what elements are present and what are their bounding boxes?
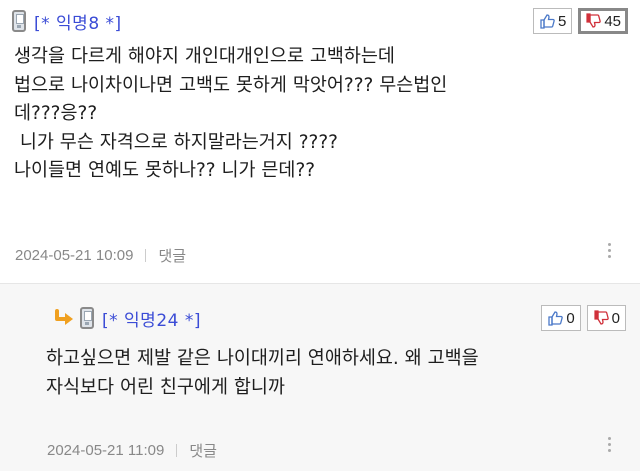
downvote-button[interactable]: 0 — [586, 305, 626, 331]
comment-timestamp: 2024-05-21 10:09 — [15, 247, 134, 264]
comment-line: 자식보다 어린 친구에게 합니까 — [46, 376, 285, 398]
comment-header: [* 익명24 *] — [52, 306, 201, 331]
upvote-button[interactable]: 0 — [541, 305, 581, 331]
thumbs-down-icon — [586, 13, 602, 28]
comment-header: [* 익명8 *] — [12, 9, 122, 34]
meta-divider — [145, 249, 147, 262]
comment-timestamp: 2024-05-21 11:09 — [47, 442, 165, 459]
comment-line: 생각을 다르게 해야지 개인대개인으로 고백하는데 — [14, 46, 395, 67]
downvote-count: 0 — [611, 309, 620, 327]
thumbs-up-icon — [540, 14, 555, 29]
upvote-count: 0 — [566, 309, 575, 327]
upvote-count: 5 — [557, 12, 567, 30]
meta-divider — [176, 444, 178, 457]
downvote-button[interactable]: 45 — [578, 8, 628, 34]
comment-line: 나이들면 연예도 못하나?? 니가 믄데?? — [14, 160, 316, 181]
comment-author[interactable]: [* 익명24 *] — [102, 306, 201, 331]
thumbs-up-icon — [548, 311, 564, 326]
vote-group: 0 0 — [541, 305, 626, 331]
comment-meta: 2024-05-21 11:09 댓글 — [47, 440, 217, 461]
reply-comment: [* 익명24 *] 0 0 하고싶으면 제발 같은 나이대끼리 연애하세요. … — [0, 284, 640, 471]
comment-line: 법으로 나이차이나면 고백도 못하게 막앗어??? 무슨법인 — [14, 74, 448, 96]
thumbs-down-icon — [594, 310, 609, 325]
comment-meta: 2024-05-21 10:09 댓글 — [15, 245, 186, 266]
comment-body: 하고싶으면 제발 같은 나이대끼리 연애하세요. 왜 고백을 자식보다 어린 친… — [46, 345, 626, 402]
comment-line: 니가 무슨 자격으로 하지말라는거지 ???? — [14, 131, 338, 153]
vote-group: 5 45 — [532, 8, 628, 34]
reply-arrow-icon — [52, 309, 74, 327]
reply-link[interactable]: 댓글 — [158, 245, 186, 266]
comment: [* 익명8 *] 5 45 생각을 다르게 해야지 개인대개인으로 고백하는데… — [0, 0, 640, 283]
downvote-count: 45 — [604, 12, 621, 30]
mobile-phone-icon — [80, 307, 94, 329]
reply-link[interactable]: 댓글 — [189, 440, 217, 461]
upvote-button[interactable]: 5 — [532, 8, 573, 34]
more-vertical-icon[interactable] — [608, 437, 612, 452]
comment-line: 하고싶으면 제발 같은 나이대끼리 연애하세요. 왜 고백을 — [46, 348, 479, 369]
comment-author[interactable]: [* 익명8 *] — [34, 9, 122, 34]
comment-body: 생각을 다르게 해야지 개인대개인으로 고백하는데 법으로 나이차이나면 고백도… — [14, 43, 614, 186]
more-vertical-icon[interactable] — [608, 243, 612, 258]
mobile-phone-icon — [12, 10, 26, 32]
comment-line: 데???응?? — [14, 103, 98, 124]
